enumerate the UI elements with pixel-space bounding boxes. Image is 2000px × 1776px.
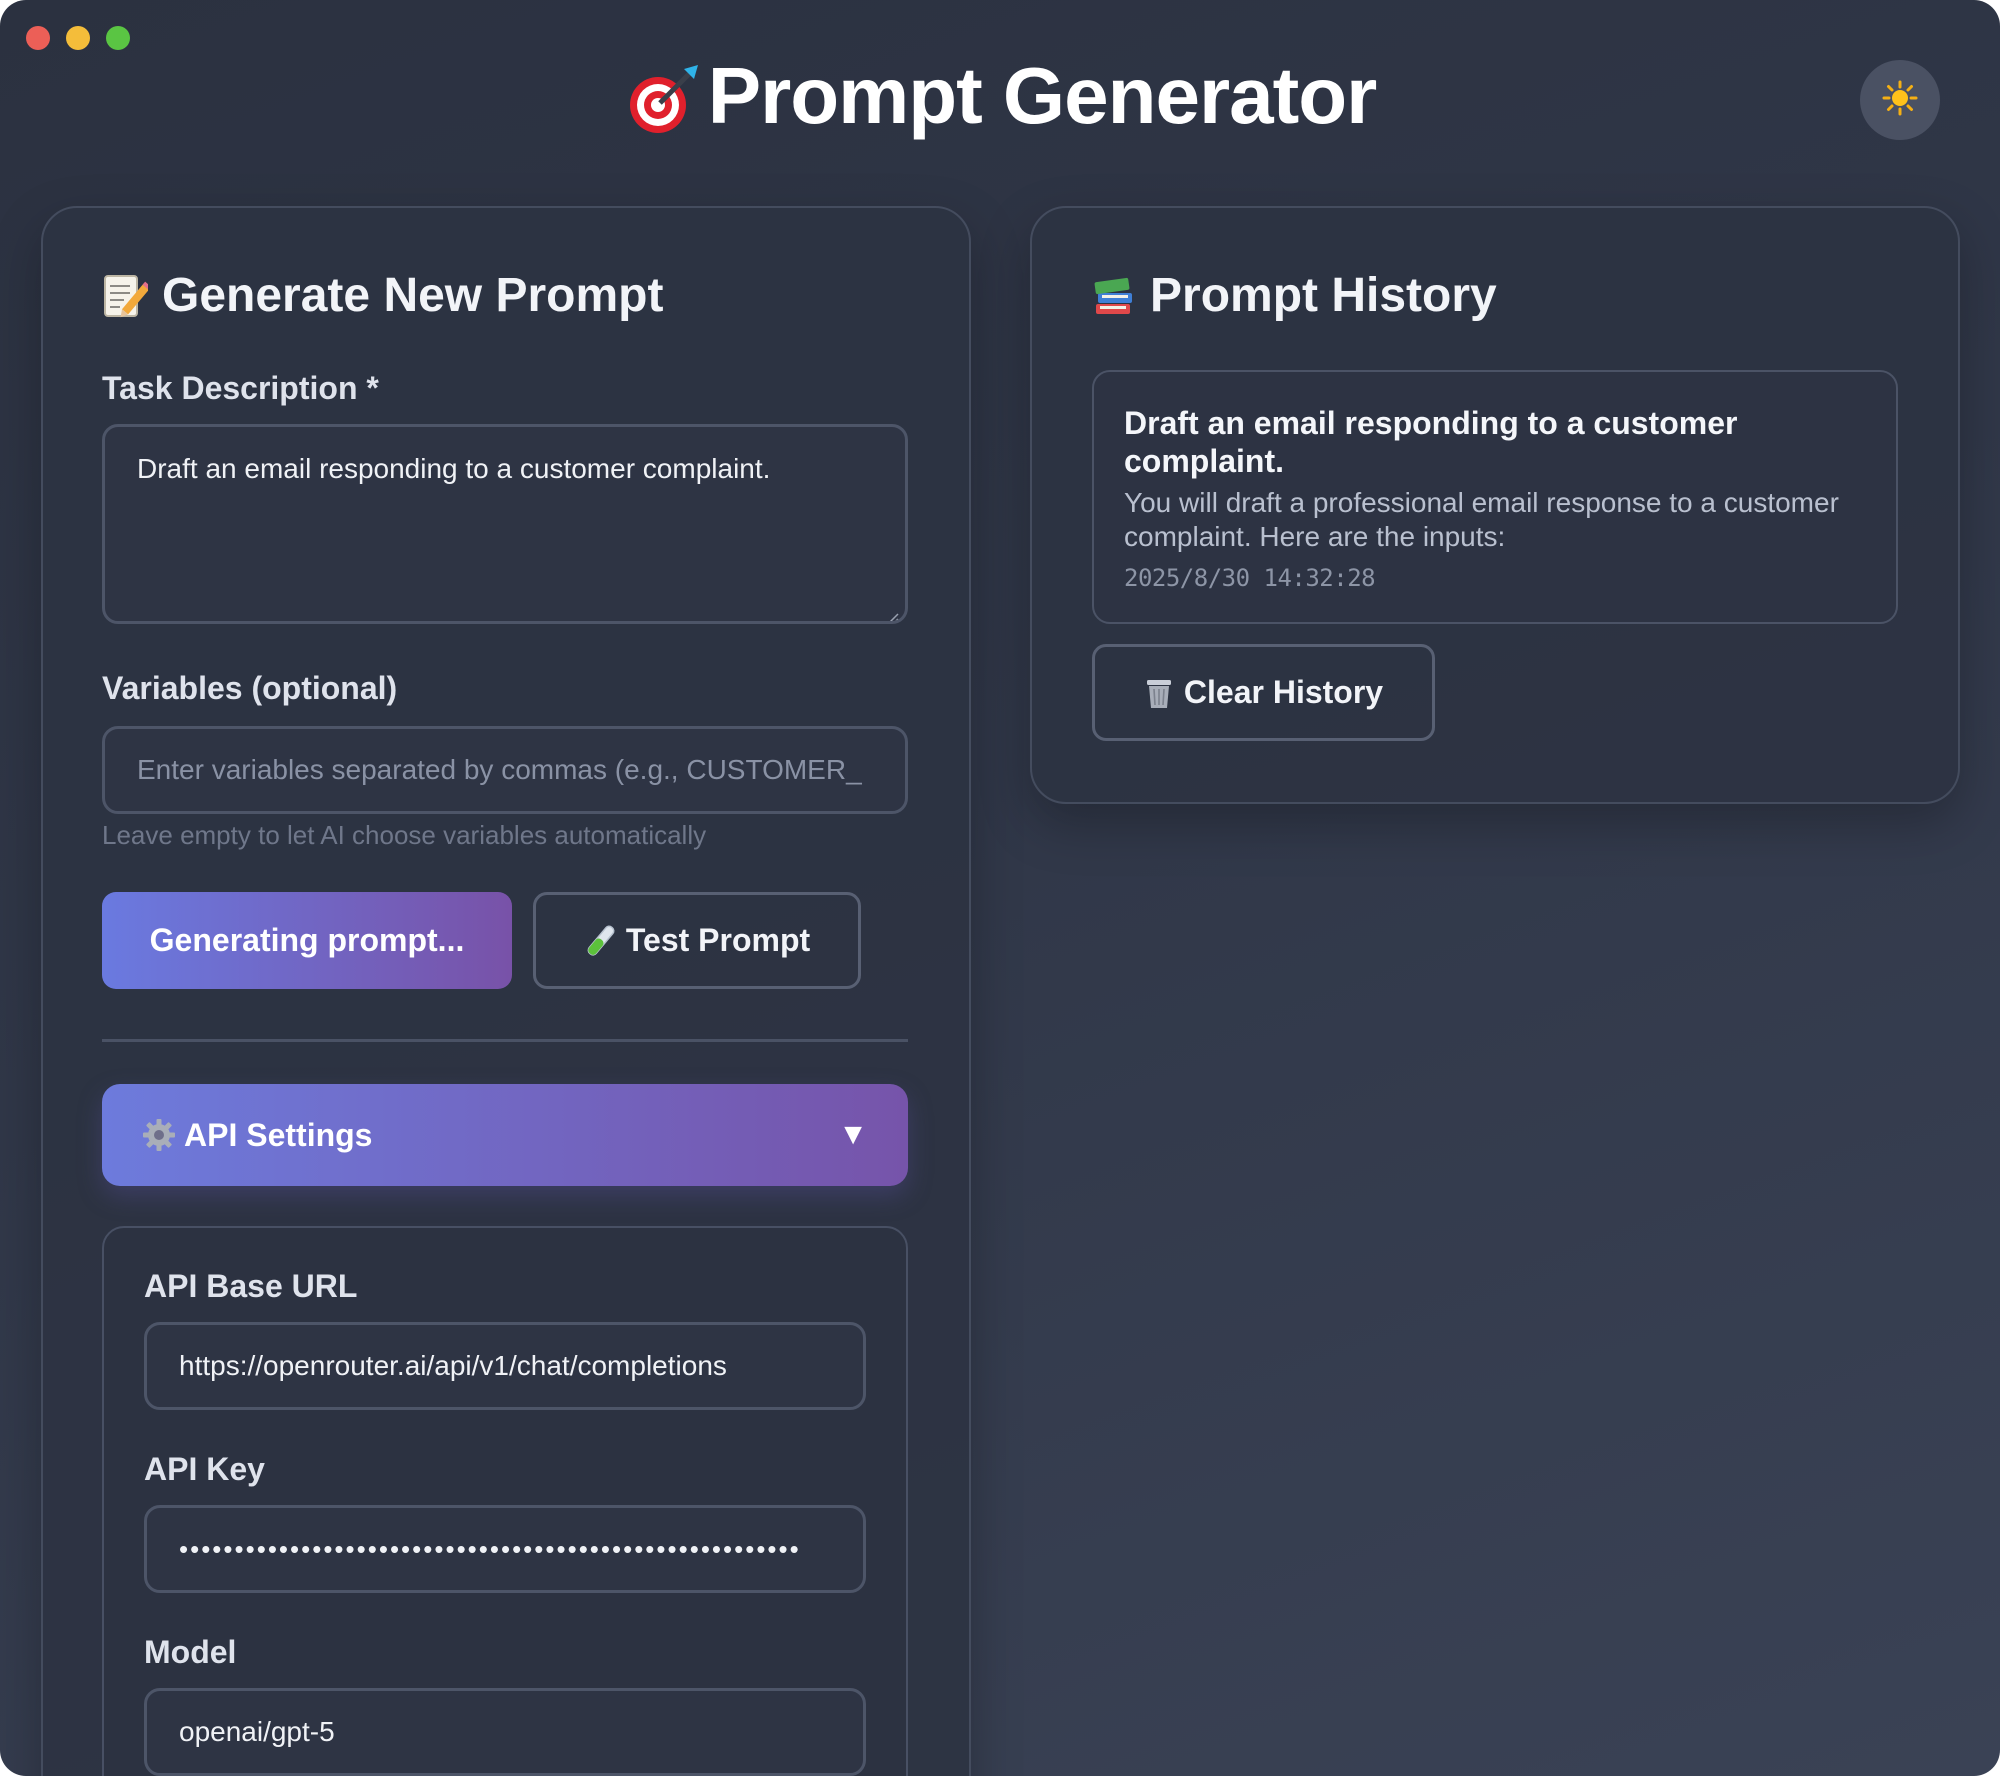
history-heading: Prompt History [1092,268,1497,323]
generate-prompt-button-label: Generating prompt... [149,922,465,958]
variables-hint: Leave empty to let AI choose variables a… [102,820,707,850]
history-item-preview: You will draft a professional email resp… [1124,487,1839,552]
gear-icon [142,1118,176,1152]
task-description-label: Task Description * [102,370,379,406]
api-base-url-input[interactable]: https://openrouter.ai/api/v1/chat/comple… [144,1322,866,1410]
app-title-text: Prompt Generator [707,51,1378,140]
clear-history-button[interactable]: Clear History [1092,644,1435,741]
sun-icon [1882,80,1918,121]
books-icon [1092,274,1136,318]
generate-prompt-button[interactable]: Generating prompt... [102,892,512,989]
api-settings-toggle[interactable]: API Settings ▼ [102,1084,908,1186]
history-item-title: Draft an email responding to a customer … [1124,405,1738,479]
test-prompt-button-label: Test Prompt [625,922,811,958]
app-window: Prompt Generator Generate New Prompt Tas… [0,0,2000,1776]
task-description-value: Draft an email responding to a customer … [137,453,771,484]
window-controls [26,26,130,50]
api-base-url-label: API Base URL [144,1268,358,1304]
history-item[interactable]: Draft an email responding to a customer … [1092,370,1898,624]
model-label: Model [144,1634,237,1670]
api-key-value: ••••••••••••••••••••••••••••••••••••••••… [179,1533,801,1564]
task-description-textarea[interactable]: Draft an email responding to a customer … [102,424,908,624]
section-divider [102,1039,908,1042]
generate-heading: Generate New Prompt [102,268,663,323]
generate-heading-text: Generate New Prompt [162,269,664,322]
test-prompt-button[interactable]: Test Prompt [533,892,861,989]
api-key-input[interactable]: ••••••••••••••••••••••••••••••••••••••••… [144,1505,866,1593]
api-settings-label: API Settings [184,1116,373,1153]
minimize-window-button[interactable] [66,26,90,50]
resize-handle-icon[interactable] [885,601,899,621]
clear-history-button-label: Clear History [1183,674,1384,710]
model-value: openai/gpt-5 [179,1716,335,1747]
variables-label: Variables (optional) [102,670,398,706]
theme-toggle-button[interactable] [1860,60,1940,140]
close-window-button[interactable] [26,26,50,50]
target-icon [624,61,704,141]
api-base-url-value: https://openrouter.ai/api/v1/chat/comple… [179,1350,727,1381]
history-item-timestamp: 2025/8/30 14:32:28 [1124,564,1376,592]
trash-icon [1144,676,1174,710]
variables-input[interactable]: Enter variables separated by commas (e.g… [102,726,908,814]
zoom-window-button[interactable] [106,26,130,50]
variables-placeholder: Enter variables separated by commas (e.g… [137,754,862,785]
api-key-label: API Key [144,1451,265,1487]
history-heading-text: Prompt History [1150,269,1497,322]
memo-icon [102,272,148,320]
app-title: Prompt Generator [0,50,2000,142]
model-input[interactable]: openai/gpt-5 [144,1688,866,1776]
test-tube-icon [584,923,616,959]
chevron-down-icon: ▼ [838,1118,868,1151]
